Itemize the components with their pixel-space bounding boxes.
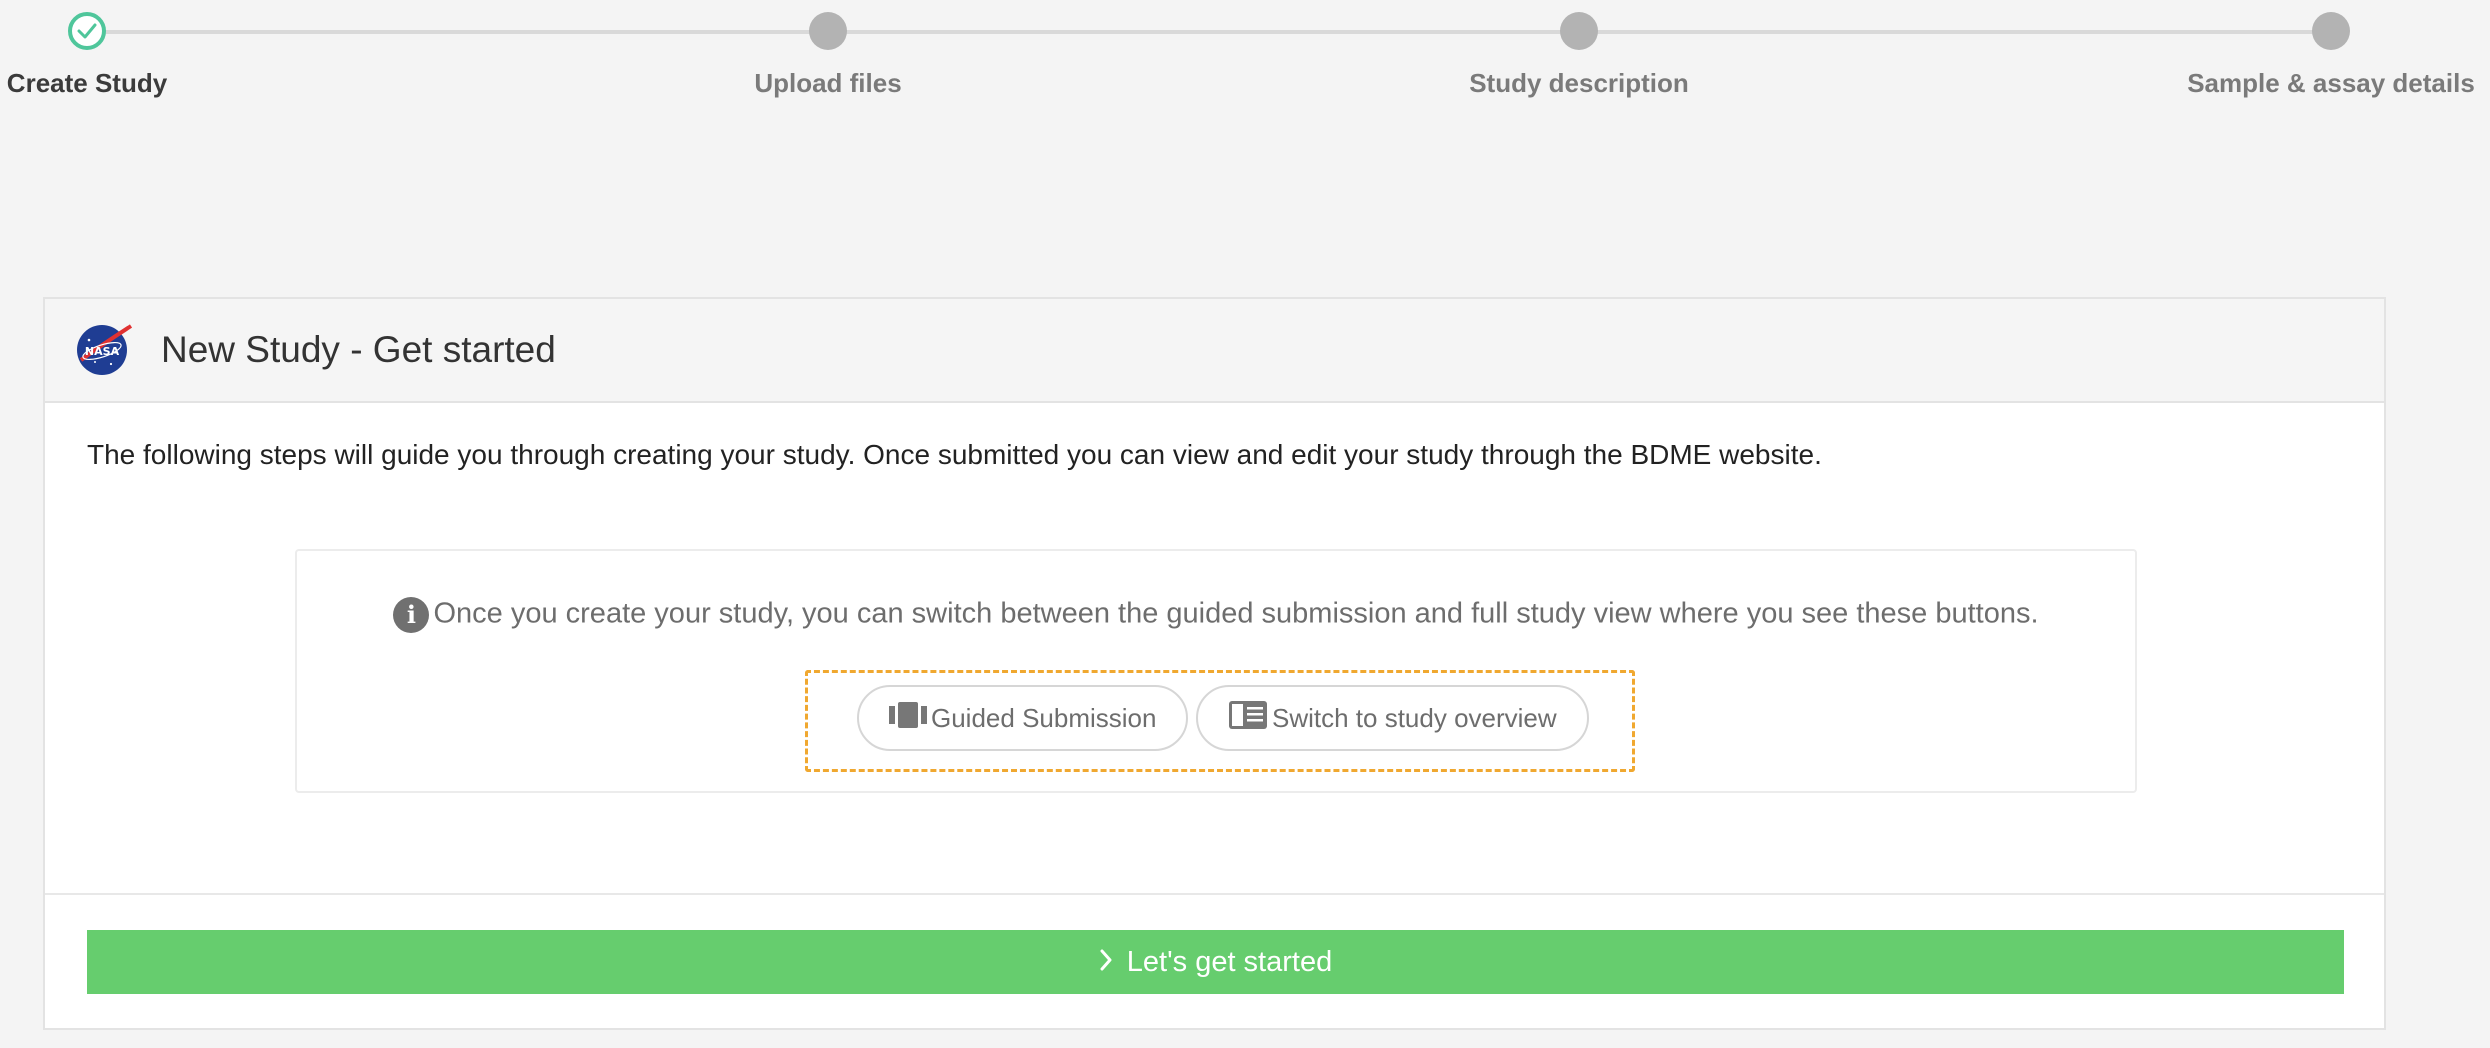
sidebar-panel-icon (1228, 700, 1272, 737)
intro-text: The following steps will guide you throu… (87, 439, 1822, 470)
svg-text:NASA: NASA (85, 345, 120, 358)
switch-to-study-overview-label: Switch to study overview (1272, 702, 1557, 733)
step-label: Sample & assay details (2187, 68, 2475, 98)
panel-header: NASA New Study - Get started (45, 299, 2384, 403)
step-label: Upload files (754, 68, 902, 98)
footer-divider (45, 893, 2384, 895)
guided-submission-label: Guided Submission (931, 702, 1157, 733)
film-strip-icon (889, 701, 931, 736)
lets-get-started-button[interactable]: Let's get started (87, 930, 2344, 994)
nasa-logo-icon: NASA (75, 320, 133, 381)
step-dot (1560, 12, 1598, 50)
step-study-description[interactable]: Study description (1399, 0, 1759, 99)
new-study-panel: NASA New Study - Get started The followi… (43, 297, 2386, 1030)
step-label: Study description (1469, 68, 1689, 98)
guided-submission-button[interactable]: Guided Submission (857, 685, 1189, 751)
info-box: i Once you create your study, you can swi… (295, 549, 2137, 793)
info-icon: i (393, 597, 430, 633)
switch-to-study-overview-button[interactable]: Switch to study overview (1196, 685, 1589, 751)
info-text: Once you create your study, you can swit… (433, 597, 2039, 630)
panel-title: New Study - Get started (161, 329, 556, 370)
info-message: i Once you create your study, you can swi… (297, 597, 2135, 633)
progress-stepper: Create Study Upload files Study descript… (0, 0, 2490, 110)
step-sample-assay-details[interactable]: Sample & assay details (2151, 0, 2490, 99)
step-create-study[interactable]: Create Study (0, 0, 267, 99)
stepper-track (88, 30, 2331, 34)
step-done-check-icon (68, 12, 106, 50)
lets-get-started-label: Let's get started (1126, 945, 1333, 978)
step-label: Create Study (6, 68, 168, 98)
step-upload-files[interactable]: Upload files (648, 0, 1008, 99)
step-dot (809, 12, 847, 50)
chevron-right-icon (1099, 945, 1113, 979)
example-buttons-highlight: Guided Submission Switch to study overvi… (805, 670, 1635, 772)
step-dot (2312, 12, 2350, 50)
